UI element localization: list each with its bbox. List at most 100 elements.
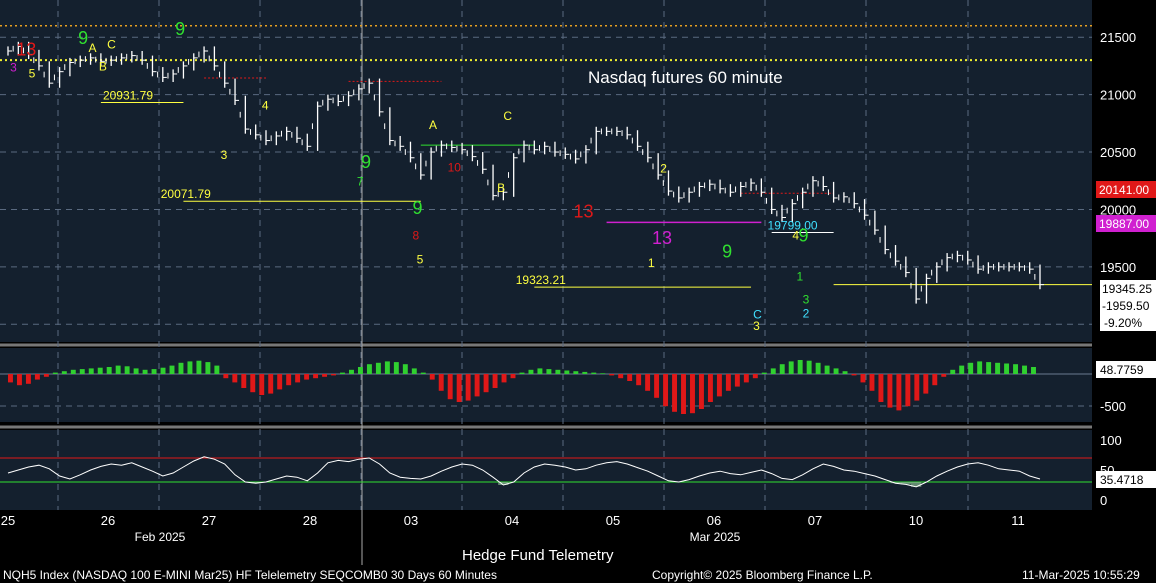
osc-bar xyxy=(250,374,256,393)
osc-bar xyxy=(384,361,390,374)
y-tick-label: 21000 xyxy=(1100,88,1136,103)
rsi-panel-bg xyxy=(0,430,1092,510)
footer-copyright: Copyright© 2025 Bloomberg Finance L.P. xyxy=(652,568,873,582)
sequential-label: 1 xyxy=(796,270,803,284)
osc-tick-label: -500 xyxy=(1100,399,1126,414)
osc-bar xyxy=(196,360,202,374)
osc-bar xyxy=(878,374,884,402)
osc-bar xyxy=(600,373,606,374)
sequential-label: 9 xyxy=(799,226,809,246)
osc-bar xyxy=(797,360,803,374)
chart-title: Nasdaq futures 60 minute xyxy=(588,68,783,87)
osc-bar xyxy=(734,374,740,387)
osc-bar xyxy=(761,372,767,374)
box-osc-last: 48.7759 xyxy=(1096,361,1156,378)
osc-bar xyxy=(645,374,651,391)
osc-bar xyxy=(295,374,301,383)
x-tick-label: 07 xyxy=(808,513,822,528)
osc-bar xyxy=(241,374,247,388)
osc-bar xyxy=(537,368,543,374)
sequential-label: 9 xyxy=(722,242,732,262)
osc-bar xyxy=(366,364,372,374)
osc-bar xyxy=(214,365,220,374)
osc-bar xyxy=(510,374,516,379)
osc-bar xyxy=(1031,367,1036,374)
osc-bar xyxy=(995,362,1001,374)
sequential-label: 9 xyxy=(78,28,88,48)
price-panel-bg xyxy=(0,0,1092,342)
osc-bar xyxy=(88,368,94,374)
osc-bar xyxy=(79,369,85,374)
osc-bar xyxy=(905,374,911,407)
y-tick-label: 20500 xyxy=(1100,145,1136,160)
osc-bar xyxy=(959,365,965,374)
sequential-label: 2 xyxy=(660,162,667,176)
x-tick-label: 06 xyxy=(707,513,721,528)
osc-bar xyxy=(752,374,758,379)
sequential-label: 3 xyxy=(221,148,228,162)
x-tick-label: 03 xyxy=(404,513,418,528)
x-tick-label: 05 xyxy=(606,513,620,528)
osc-bar xyxy=(483,374,489,393)
osc-bar xyxy=(187,361,193,374)
osc-bar xyxy=(806,360,812,374)
osc-bar xyxy=(313,374,319,379)
osc-bar xyxy=(232,374,238,383)
osc-bar xyxy=(743,374,749,383)
sequential-label: 3 xyxy=(753,319,760,333)
osc-bar xyxy=(519,372,525,374)
sequential-label: 10 xyxy=(448,161,462,175)
x-month-label: Mar 2025 xyxy=(690,530,741,544)
x-month-label: Feb 2025 xyxy=(135,530,186,544)
osc-bar xyxy=(950,369,956,374)
osc-bar xyxy=(582,371,588,374)
osc-bar xyxy=(474,374,480,397)
sequential-label: 4 xyxy=(792,228,799,242)
osc-bar xyxy=(842,371,848,374)
osc-bar xyxy=(70,369,76,374)
sequential-label: 9 xyxy=(413,198,423,218)
osc-bar xyxy=(286,374,292,386)
sequential-label: B xyxy=(497,181,505,195)
x-tick-label: 28 xyxy=(303,513,317,528)
osc-bar xyxy=(223,374,229,379)
sequential-label: A xyxy=(429,118,437,132)
osc-bar xyxy=(268,374,274,394)
svg-text:35.4718: 35.4718 xyxy=(1100,473,1144,487)
osc-bar xyxy=(151,369,157,374)
osc-bar xyxy=(887,374,893,408)
osc-bar xyxy=(340,372,345,374)
osc-bar xyxy=(25,374,31,384)
osc-bar xyxy=(564,370,570,374)
osc-bar xyxy=(43,374,49,377)
box-last-price: 19345.25 -1959.50 -9.20% xyxy=(1100,280,1156,331)
x-tick-label: 11 xyxy=(1011,513,1025,528)
svg-text:-1959.50: -1959.50 xyxy=(1102,299,1150,313)
sequential-label: 13 xyxy=(16,40,36,60)
y-tick-label: 21500 xyxy=(1100,30,1136,45)
rsi-tick-label: 100 xyxy=(1100,433,1122,448)
svg-text:-9.20%: -9.20% xyxy=(1104,316,1142,330)
osc-bar xyxy=(788,361,794,374)
osc-bar xyxy=(124,366,130,374)
osc-bar xyxy=(672,374,678,412)
osc-bar xyxy=(698,374,704,409)
osc-bar xyxy=(860,374,866,383)
osc-bar xyxy=(169,365,175,374)
osc-bar xyxy=(663,374,669,407)
osc-bar xyxy=(16,374,22,386)
osc-bar xyxy=(546,369,552,374)
x-tick-label: 27 xyxy=(202,513,216,528)
sequential-label: 3 xyxy=(10,61,17,75)
osc-bar xyxy=(492,374,498,388)
osc-bar xyxy=(438,374,444,391)
osc-bar xyxy=(277,374,283,390)
osc-bar xyxy=(1013,364,1019,374)
osc-bar xyxy=(349,369,354,374)
osc-bar xyxy=(627,374,633,381)
osc-bar xyxy=(52,372,58,374)
osc-bar xyxy=(896,374,902,411)
sequential-label: 1 xyxy=(648,256,655,270)
osc-bar xyxy=(8,374,13,383)
osc-bar xyxy=(815,362,821,374)
